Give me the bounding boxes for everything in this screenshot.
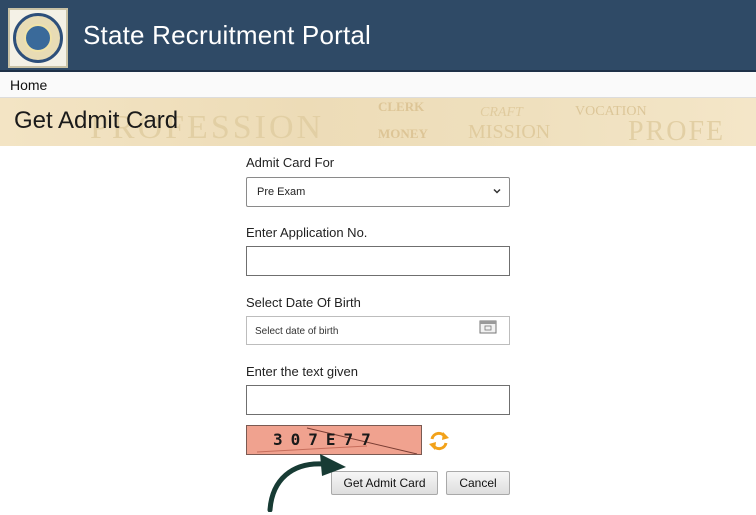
- banner-word: MISSION: [468, 121, 550, 143]
- admit-card-for-select[interactable]: Pre Exam: [246, 177, 510, 207]
- admit-card-for-value: Pre Exam: [257, 186, 306, 198]
- state-emblem-icon[interactable]: [8, 8, 68, 68]
- captcha-input[interactable]: [246, 385, 510, 415]
- banner-word: CRAFT: [480, 105, 524, 120]
- application-no-label: Enter Application No.: [246, 225, 368, 240]
- application-no-input[interactable]: [246, 246, 510, 276]
- banner-word: PROFE: [628, 116, 725, 146]
- nav-home-link[interactable]: Home: [10, 77, 47, 93]
- header-bar: State Recruitment Portal: [0, 0, 756, 72]
- dob-label: Select Date Of Birth: [246, 295, 361, 310]
- banner-word: MONEY: [378, 126, 428, 141]
- emblem-map: [24, 24, 52, 52]
- portal-title: State Recruitment Portal: [83, 20, 372, 50]
- admit-card-for-label: Admit Card For: [246, 155, 335, 170]
- chevron-down-icon: [493, 188, 501, 194]
- page-banner: PROFESSION CLERK MONEY MISSION CRAFT VOC…: [0, 98, 756, 146]
- captcha-code: 307E77: [273, 430, 379, 449]
- refresh-captcha-icon[interactable]: [428, 430, 450, 452]
- captcha-label: Enter the text given: [246, 364, 359, 379]
- cancel-button[interactable]: Cancel: [446, 471, 510, 495]
- page-title: Get Admit Card: [14, 107, 179, 134]
- dob-input[interactable]: Select date of birth: [246, 316, 510, 345]
- banner-word: CLERK: [378, 99, 425, 114]
- dob-placeholder: Select date of birth: [255, 326, 339, 337]
- calendar-icon[interactable]: [479, 319, 497, 334]
- pointer-arrow-icon: [267, 454, 346, 512]
- nav-bar: Home: [0, 72, 756, 98]
- emblem-ring: [13, 13, 63, 63]
